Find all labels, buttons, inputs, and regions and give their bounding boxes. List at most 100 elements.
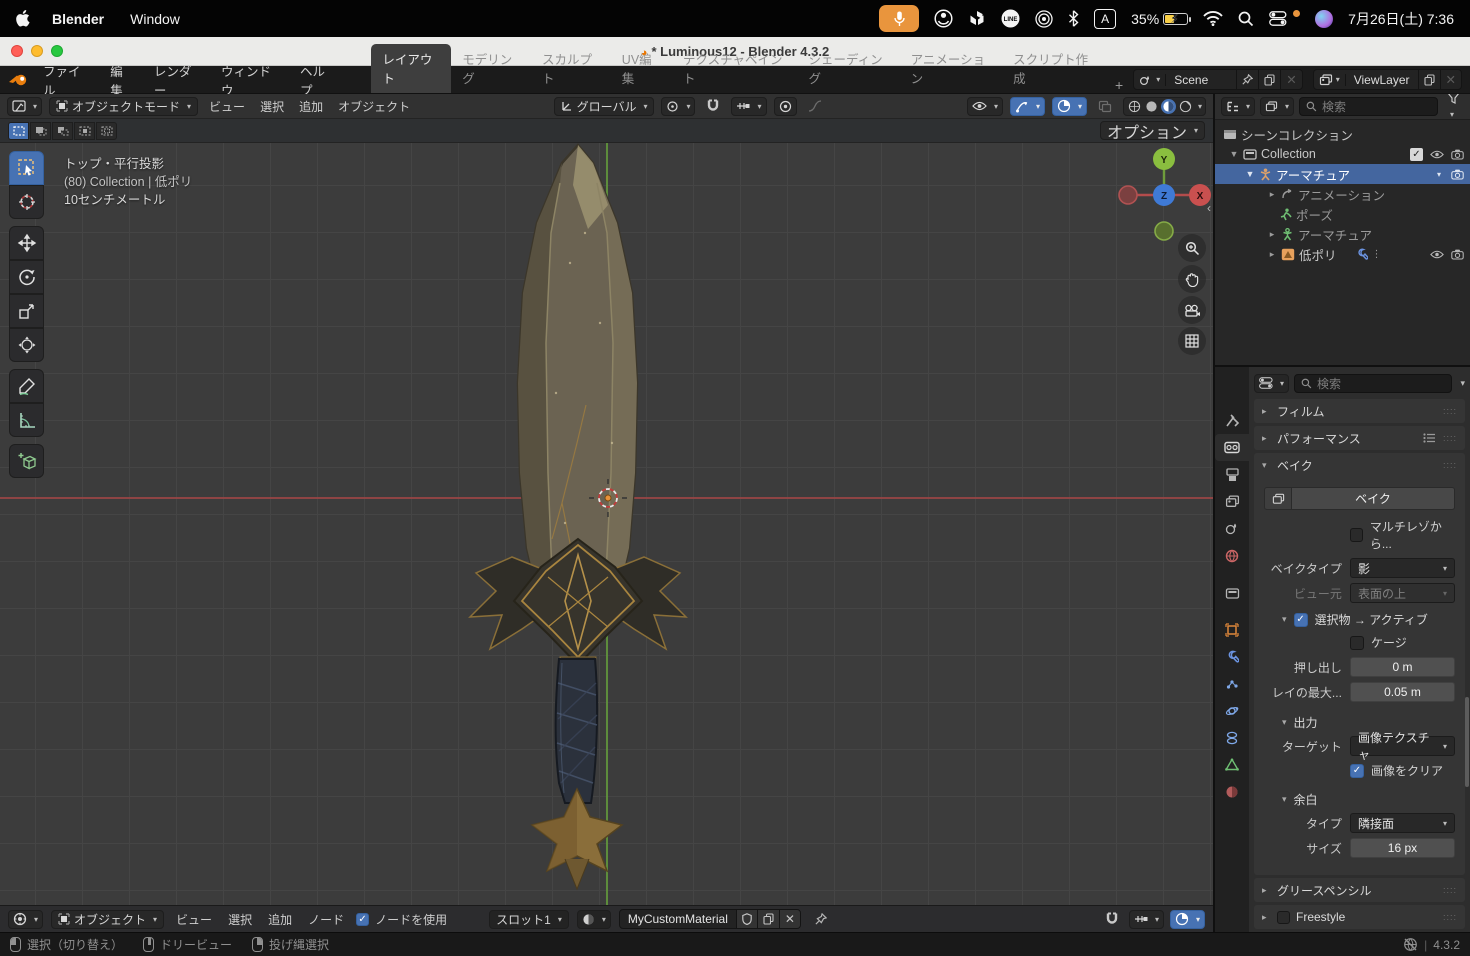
pivot-point-dropdown[interactable]: ▾ bbox=[661, 96, 696, 116]
add-primitive-tool[interactable] bbox=[9, 444, 44, 478]
row-animation[interactable]: ▸ アニメーション bbox=[1215, 184, 1470, 204]
outliner-filter-button[interactable]: ▾ bbox=[1443, 94, 1464, 122]
tab-object-properties[interactable] bbox=[1215, 616, 1249, 643]
toggle-orthographic-button[interactable] bbox=[1178, 327, 1206, 355]
row-armature-data[interactable]: ▸ アーマチュア bbox=[1215, 224, 1470, 244]
proportional-falloff-dropdown[interactable] bbox=[804, 100, 828, 112]
tab-object-data-properties[interactable] bbox=[1215, 751, 1249, 778]
tab-constraint-properties[interactable] bbox=[1215, 724, 1249, 751]
panel-bake-header[interactable]: ▾ ベイク:::: bbox=[1254, 453, 1465, 477]
bake-render-icon[interactable] bbox=[1264, 487, 1292, 510]
max-ray-field[interactable]: 0.05 m bbox=[1349, 682, 1455, 702]
menu-file[interactable]: ファイル bbox=[33, 61, 100, 99]
pin-icon[interactable] bbox=[815, 913, 827, 925]
editor-type-button[interactable]: ▾ bbox=[7, 96, 43, 116]
select-mode-new-button[interactable] bbox=[8, 121, 29, 140]
row-collection[interactable]: ▼ Collection ✓ bbox=[1215, 144, 1470, 164]
cursor-tool[interactable] bbox=[9, 185, 44, 219]
snap-target-dropdown[interactable]: ▾ bbox=[731, 96, 767, 116]
blender-logo-icon[interactable] bbox=[8, 72, 29, 88]
zoom-view-button[interactable] bbox=[1178, 234, 1206, 262]
sidebar-collapse-arrow[interactable]: ‹ bbox=[1207, 201, 1211, 215]
tab-modifier-properties[interactable] bbox=[1215, 643, 1249, 670]
navigation-gizmo[interactable]: Y X Z bbox=[1114, 145, 1213, 245]
tab-shading[interactable]: シェーディング bbox=[798, 44, 900, 93]
row-scene-collection[interactable]: シーンコレクション bbox=[1215, 124, 1470, 144]
shader-editor-type-button[interactable]: ▾ bbox=[8, 909, 44, 929]
selected-to-active-header[interactable]: ▾ ✓ 選択物 → アクティブ bbox=[1282, 611, 1455, 628]
scene-pin-icon[interactable] bbox=[1236, 70, 1258, 89]
camera-restrict-icon[interactable] bbox=[1451, 149, 1464, 160]
eye-icon[interactable] bbox=[1430, 150, 1444, 159]
tab-output-properties[interactable] bbox=[1215, 461, 1249, 488]
select-menu[interactable]: 選択 bbox=[256, 98, 288, 115]
freestyle-checkbox[interactable] bbox=[1277, 910, 1290, 924]
xray-toggle[interactable] bbox=[1094, 100, 1116, 113]
measure-tool[interactable] bbox=[9, 403, 44, 437]
target-dropdown[interactable]: 画像テクスチャ ▾ bbox=[1349, 731, 1455, 762]
viewlayer-browse-icon[interactable]: ▾ bbox=[1314, 73, 1346, 86]
scene-name[interactable]: Scene bbox=[1166, 73, 1236, 87]
annotate-tool[interactable] bbox=[9, 369, 44, 403]
wifi-status-icon[interactable] bbox=[1203, 11, 1223, 26]
shader-snap-target-dropdown[interactable]: ▾ bbox=[1128, 909, 1164, 929]
viewlayer-name[interactable]: ViewLayer bbox=[1346, 73, 1418, 87]
preset-list-icon[interactable] bbox=[1423, 433, 1435, 443]
shader-node-menu[interactable]: ノード bbox=[304, 911, 348, 928]
tab-uv-editing[interactable]: UV編集 bbox=[611, 44, 672, 93]
fake-user-shield-icon[interactable] bbox=[735, 910, 757, 928]
obs-status-icon[interactable] bbox=[934, 9, 953, 28]
microphone-indicator[interactable] bbox=[879, 5, 920, 32]
line-app-status-icon[interactable]: LINE bbox=[1001, 9, 1020, 28]
bluetooth-status-icon[interactable] bbox=[1068, 10, 1079, 27]
extrusion-field[interactable]: 0 m bbox=[1349, 657, 1455, 677]
menu-help[interactable]: ヘルプ bbox=[290, 61, 345, 99]
shader-type-dropdown[interactable]: オブジェクト ▾ bbox=[51, 909, 165, 929]
margin-subpanel-header[interactable]: ▾ 余白 bbox=[1282, 791, 1455, 808]
shading-dropdown[interactable]: ▾ bbox=[1198, 102, 1202, 111]
pan-view-button[interactable] bbox=[1178, 265, 1206, 293]
menu-render[interactable]: レンダー bbox=[144, 61, 211, 99]
from-multires-checkbox[interactable] bbox=[1349, 528, 1363, 542]
shading-material-preview-button[interactable] bbox=[1161, 98, 1176, 114]
view-menu[interactable]: ビュー bbox=[205, 98, 249, 115]
properties-options-dropdown[interactable]: ▾ bbox=[1460, 378, 1465, 389]
shading-wireframe-button[interactable] bbox=[1127, 99, 1142, 114]
gizmos-toggle-dropdown[interactable]: ▾ bbox=[1009, 96, 1045, 116]
armature-expand-icon[interactable]: ▾ bbox=[1434, 170, 1444, 179]
properties-editor-type-button[interactable]: ▾ bbox=[1254, 373, 1290, 393]
tab-animation[interactable]: アニメーション bbox=[900, 44, 1002, 93]
use-nodes-toggle[interactable]: ✓ ノードを使用 bbox=[356, 911, 447, 928]
tab-render-properties[interactable] bbox=[1215, 434, 1249, 461]
tab-particle-properties[interactable] bbox=[1215, 670, 1249, 697]
eye-icon[interactable] bbox=[1430, 250, 1444, 259]
tweak-select-tool[interactable] bbox=[9, 151, 44, 185]
row-lowpoly-mesh[interactable]: ▸ 低ポリ ⋮ bbox=[1215, 244, 1470, 264]
overlays-toggle-dropdown[interactable]: ▾ bbox=[1051, 96, 1087, 116]
collection-checkbox[interactable]: ✓ bbox=[1410, 147, 1423, 161]
outliner-editor-type-button[interactable]: ▾ bbox=[1221, 97, 1256, 116]
menu-edit[interactable]: 編集 bbox=[100, 61, 144, 99]
material-slot-dropdown[interactable]: スロット1 ▾ bbox=[489, 909, 569, 929]
more-dots-icon[interactable]: ⋮ bbox=[1372, 249, 1382, 260]
bake-type-dropdown[interactable]: 影 ▾ bbox=[1349, 558, 1455, 578]
rotate-tool[interactable] bbox=[9, 260, 44, 294]
row-armature-object[interactable]: ▼ アーマチュア ▾ bbox=[1215, 164, 1470, 184]
tab-sculpting[interactable]: スカルプト bbox=[531, 44, 611, 93]
scale-tool[interactable] bbox=[9, 294, 44, 328]
scene-unlink-icon[interactable]: ✕ bbox=[1280, 70, 1301, 89]
menubar-clock[interactable]: 7月26日(土) 7:36 bbox=[1348, 9, 1454, 29]
viewport-canvas[interactable]: トップ・平行投影 (80) Collection | 低ポリ 10センチメートル bbox=[0, 143, 1213, 905]
selected-to-active-checkbox[interactable]: ✓ bbox=[1293, 612, 1308, 627]
tab-scene-properties[interactable] bbox=[1215, 515, 1249, 542]
tab-material-properties[interactable] bbox=[1215, 778, 1249, 805]
material-unlink-button[interactable]: ✕ bbox=[778, 910, 800, 928]
transform-tool[interactable] bbox=[9, 328, 44, 362]
scene-browse-icon[interactable]: ▾ bbox=[1134, 73, 1167, 86]
panel-grease-pencil-header[interactable]: ▸ グリースペンシル:::: bbox=[1254, 878, 1465, 902]
tab-world-properties[interactable] bbox=[1215, 542, 1249, 569]
camera-view-button[interactable] bbox=[1178, 296, 1206, 324]
transform-orientation-dropdown[interactable]: グローバル ▾ bbox=[553, 96, 655, 116]
camera-restrict-icon[interactable] bbox=[1451, 169, 1464, 180]
siri-icon[interactable] bbox=[1315, 9, 1334, 28]
